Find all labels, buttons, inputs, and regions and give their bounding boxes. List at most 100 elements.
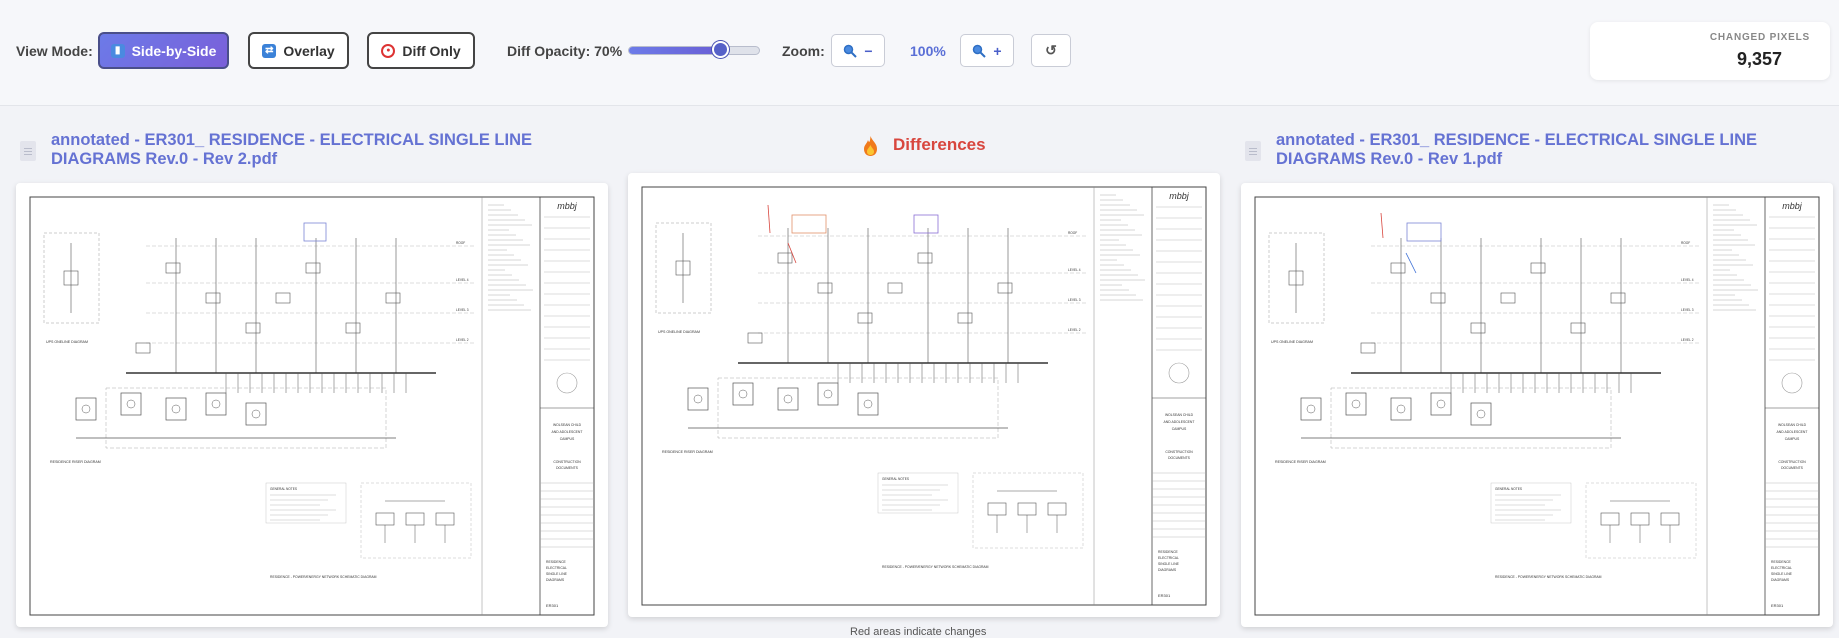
network-diagram-label: RESIDENCE - POWER/ENERGY NETWORK SCHEMAT… xyxy=(882,565,989,569)
ups-diagram-label: UPS ONELINE DIAGRAM xyxy=(1271,340,1313,344)
client-name: WOLSEAN CHILD xyxy=(553,423,582,427)
drawing-status: DOCUMENTS xyxy=(556,466,579,470)
zoom-out-label: − xyxy=(864,42,873,59)
level-label: ROOF xyxy=(456,241,465,245)
diff-caption: Red areas indicate changes xyxy=(850,626,987,638)
level-label: LEVEL 2 xyxy=(456,338,469,342)
sheet-title: SINGLE LINE xyxy=(1771,572,1793,576)
level-label: LEVEL 3 xyxy=(1681,308,1694,312)
level-label: ROOF xyxy=(1068,231,1077,235)
changed-pixels-card: CHANGED PIXELS 9,357 xyxy=(1590,22,1830,80)
drawing-status: CONSTRUCTION xyxy=(1778,460,1806,464)
diff-opacity-label: Diff Opacity: 70% xyxy=(507,43,623,59)
level-label: LEVEL 3 xyxy=(456,308,469,312)
right-drawing-panel[interactable]: mbbj WOLSEAN CHILD AND ADOLESCENT CAMPUS CON… xyxy=(1241,183,1833,627)
level-label: LEVEL 2 xyxy=(1068,328,1081,332)
general-notes-label: GENERAL NOTES xyxy=(1495,487,1522,491)
level-label: LEVEL 4 xyxy=(456,278,469,282)
diff-only-label: Diff Only xyxy=(402,42,461,59)
overlay-button[interactable]: ⇄ Overlay xyxy=(248,32,349,69)
side-by-side-label: Side-by-Side xyxy=(131,42,217,59)
client-name: AND ADOLESCENT xyxy=(552,430,583,434)
firm-logo: mbbj xyxy=(557,201,578,211)
level-label: ROOF xyxy=(1681,241,1690,245)
drawing-status: CONSTRUCTION xyxy=(1165,450,1193,454)
magnifier-icon xyxy=(844,44,858,58)
sheet-border xyxy=(1254,196,1820,616)
level-label: LEVEL 4 xyxy=(1681,278,1694,282)
document-icon xyxy=(1245,141,1261,161)
right-filename: annotated - ER301_ RESIDENCE - ELECTRICA… xyxy=(1276,131,1758,168)
drawing-status: DOCUMENTS xyxy=(1168,456,1191,460)
diff-only-button[interactable]: ● Diff Only xyxy=(367,32,475,69)
diff-drawing-panel[interactable]: mbbj WOLSEAN CHILD AND ADOLESCENT CAMPUS CON… xyxy=(628,173,1220,617)
client-name: CAMPUS xyxy=(560,437,575,441)
diff-opacity-slider[interactable] xyxy=(628,41,760,58)
ups-diagram-label: UPS ONELINE DIAGRAM xyxy=(658,330,700,334)
drawing-status: CONSTRUCTION xyxy=(553,460,581,464)
sheet-title: RESIDENCE xyxy=(546,560,567,564)
riser-diagram-label: RESIDENCE RISER DIAGRAM xyxy=(662,450,713,454)
client-name: CAMPUS xyxy=(1785,437,1800,441)
level-label: LEVEL 3 xyxy=(1068,298,1081,302)
sheet-title: ELECTRICAL xyxy=(1158,556,1179,560)
sheet-title: ELECTRICAL xyxy=(1771,566,1792,570)
riser-diagram-label: RESIDENCE RISER DIAGRAM xyxy=(1275,460,1326,464)
left-filename: annotated - ER301_ RESIDENCE - ELECTRICA… xyxy=(51,131,533,168)
network-diagram-label: RESIDENCE - POWER/ENERGY NETWORK SCHEMAT… xyxy=(1495,575,1602,579)
changed-pixels-value: 9,357 xyxy=(1736,49,1782,69)
sheet-title: SINGLE LINE xyxy=(546,572,568,576)
changed-pixels-label: CHANGED PIXELS xyxy=(1709,32,1810,43)
sheet-title: RESIDENCE xyxy=(1771,560,1792,564)
client-name: AND ADOLESCENT xyxy=(1164,420,1195,424)
zoom-value: 100% xyxy=(910,43,946,59)
differences-title: Differences xyxy=(893,135,986,154)
bar-chart-icon: ▮ xyxy=(110,43,125,58)
side-by-side-button[interactable]: ▮ Side-by-Side xyxy=(98,32,229,69)
client-name: WOLSEAN CHILD xyxy=(1778,423,1807,427)
firm-logo: mbbj xyxy=(1782,201,1803,211)
firm-logo: mbbj xyxy=(1169,191,1190,201)
sheet-title: DIAGRAMS xyxy=(546,578,565,582)
slider-fill xyxy=(629,47,720,54)
drawing-status: DOCUMENTS xyxy=(1781,466,1804,470)
zoom-in-button[interactable]: + xyxy=(960,34,1014,67)
sheet-number: ER301 xyxy=(546,603,559,608)
left-drawing-panel[interactable]: mbbj WOLSEAN CHILD AND ADOLESCENT CAMPUS CON… xyxy=(16,183,608,627)
sheet-title: RESIDENCE xyxy=(1158,550,1179,554)
network-diagram-label: RESIDENCE - POWER/ENERGY NETWORK SCHEMAT… xyxy=(270,575,377,579)
client-name: AND ADOLESCENT xyxy=(1777,430,1808,434)
level-label: LEVEL 2 xyxy=(1681,338,1694,342)
sheet-title: SINGLE LINE xyxy=(1158,562,1180,566)
document-icon xyxy=(20,141,36,161)
ups-diagram-label: UPS ONELINE DIAGRAM xyxy=(46,340,88,344)
view-mode-label: View Mode: xyxy=(16,43,93,59)
right-drawing: mbbj WOLSEAN CHILD AND ADOLESCENT CAMPUS CON… xyxy=(1254,196,1820,616)
general-notes-label: GENERAL NOTES xyxy=(270,487,297,491)
client-name: WOLSEAN CHILD xyxy=(1165,413,1194,417)
diff-drawing: mbbj WOLSEAN CHILD AND ADOLESCENT CAMPUS CON… xyxy=(641,186,1207,606)
toolbar: View Mode: ▮ Side-by-Side ⇄ Overlay ● Di… xyxy=(0,0,1839,106)
target-icon: ● xyxy=(381,43,396,58)
riser-diagram-label: RESIDENCE RISER DIAGRAM xyxy=(50,460,101,464)
general-notes-label: GENERAL NOTES xyxy=(882,477,909,481)
client-name: CAMPUS xyxy=(1172,427,1187,431)
sheet-title: DIAGRAMS xyxy=(1158,568,1177,572)
zoom-in-label: + xyxy=(993,42,1002,59)
magnifier-icon xyxy=(973,44,987,58)
level-label: LEVEL 4 xyxy=(1068,268,1081,272)
sheet-title: DIAGRAMS xyxy=(1771,578,1790,582)
fire-icon xyxy=(864,136,877,156)
overlay-label: Overlay xyxy=(283,42,335,59)
sheet-number: ER301 xyxy=(1158,593,1171,598)
slider-thumb[interactable] xyxy=(712,41,729,58)
reset-icon: ↺ xyxy=(1045,42,1057,58)
sheet-border xyxy=(29,196,595,616)
shuffle-icon: ⇄ xyxy=(262,43,277,58)
zoom-label: Zoom: xyxy=(782,43,825,59)
sheet-border xyxy=(641,186,1207,606)
sheet-title: ELECTRICAL xyxy=(546,566,567,570)
zoom-out-button[interactable]: − xyxy=(831,34,885,67)
reset-zoom-button[interactable]: ↺ xyxy=(1031,34,1071,67)
sheet-number: ER301 xyxy=(1771,603,1784,608)
